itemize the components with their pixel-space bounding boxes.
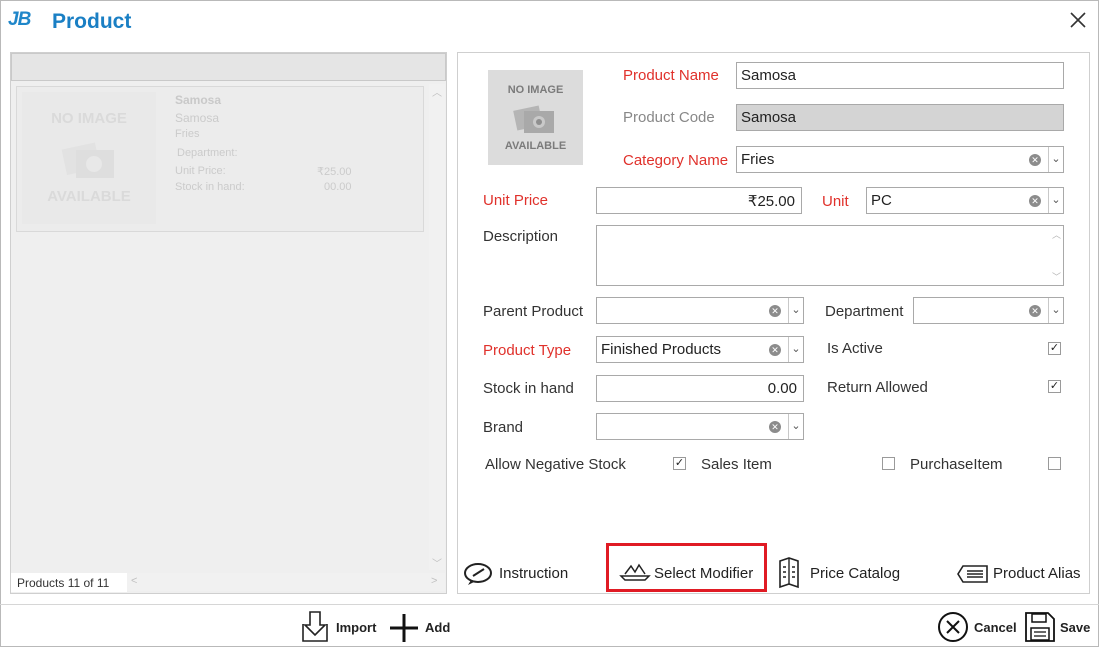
list-horizontal-scrollbar[interactable]: < >	[127, 573, 445, 591]
clear-icon[interactable]: ✕	[1029, 195, 1041, 207]
card-product-code: Samosa	[175, 111, 220, 125]
product-image[interactable]: NO IMAGE AVAILABLE	[488, 70, 583, 165]
close-icon[interactable]	[1066, 8, 1090, 32]
sales-item-checkbox[interactable]	[882, 457, 895, 470]
instruction-label: Instruction	[499, 565, 569, 582]
import-label: Import	[336, 620, 377, 635]
product-code-input[interactable]: Samosa	[736, 104, 1064, 131]
cancel-label: Cancel	[974, 620, 1017, 635]
return-allowed-label: Return Allowed	[827, 379, 928, 396]
camera-placeholder-icon	[513, 105, 554, 133]
select-modifier-tab[interactable]: Select Modifier	[606, 543, 767, 592]
card-no-image: NO IMAGE AVAILABLE	[22, 92, 156, 224]
scroll-left-icon: <	[131, 575, 138, 587]
product-count: Products 11 of 11	[11, 573, 127, 592]
add-label: Add	[425, 620, 451, 635]
unit-select[interactable]: PC ✕ ⌄	[866, 187, 1064, 214]
is-active-label: Is Active	[827, 340, 883, 357]
product-type-label: Product Type	[483, 342, 572, 359]
select-modifier-label: Select Modifier	[654, 565, 754, 582]
list-vertical-scrollbar[interactable]: ︿ ﹀	[429, 84, 445, 570]
instruction-tab[interactable]: Instruction	[463, 560, 583, 588]
department-select[interactable]: ✕ ⌄	[913, 297, 1064, 324]
product-alias-label: Product Alias	[993, 565, 1081, 582]
parent-product-label: Parent Product	[483, 303, 584, 320]
chevron-down-icon[interactable]: ⌄	[788, 414, 803, 439]
footer-divider	[0, 604, 1099, 605]
product-type-select[interactable]: Finished Products ✕ ⌄	[596, 336, 804, 363]
product-alias-tab[interactable]: Product Alias	[957, 562, 1089, 586]
scroll-right-icon: >	[431, 575, 438, 587]
tag-label-icon	[957, 565, 988, 583]
allow-negative-stock-label: Allow Negative Stock	[485, 456, 626, 473]
cancel-button[interactable]: Cancel	[937, 611, 1017, 643]
card-department-label: Department:	[177, 147, 238, 159]
scroll-up-icon: ︿	[1051, 230, 1061, 240]
scroll-up-icon: ︿	[432, 88, 442, 99]
modifier-tray-icon	[619, 563, 651, 581]
category-name-select[interactable]: Fries ✕ ⌄	[736, 146, 1064, 173]
department-label: Department	[825, 303, 904, 320]
clear-icon[interactable]: ✕	[1029, 305, 1041, 317]
brand-label: Brand	[483, 419, 524, 436]
price-catalog-tab[interactable]: Price Catalog	[778, 557, 908, 589]
card-unit-price-value: ₹25.00	[317, 166, 352, 178]
clear-icon[interactable]: ✕	[769, 344, 781, 356]
parent-product-select[interactable]: ✕ ⌄	[596, 297, 804, 324]
card-unit-price-label: Unit Price:	[175, 165, 226, 177]
speech-bubble-icon	[464, 563, 492, 585]
save-button[interactable]: Save	[1024, 611, 1094, 643]
card-stock-value: 00.00	[324, 181, 352, 193]
product-type-value: Finished Products	[601, 341, 722, 358]
allow-negative-stock-checkbox[interactable]: ✓	[673, 457, 686, 470]
unit-value: PC	[871, 192, 892, 209]
scroll-down-icon: ﹀	[432, 559, 442, 570]
plus-icon	[390, 614, 418, 642]
chevron-down-icon[interactable]: ⌄	[1048, 298, 1063, 323]
import-icon	[302, 611, 328, 642]
brand-select[interactable]: ✕ ⌄	[596, 413, 804, 440]
product-name-input[interactable]: Samosa	[736, 62, 1064, 89]
sales-item-label: Sales Item	[701, 456, 772, 473]
chevron-down-icon[interactable]: ⌄	[788, 337, 803, 362]
return-allowed-checkbox[interactable]: ✓	[1048, 380, 1061, 393]
product-search-bar[interactable]	[11, 53, 446, 81]
save-label: Save	[1060, 620, 1091, 635]
clear-icon[interactable]: ✕	[769, 421, 781, 433]
cancel-circle-icon	[938, 612, 968, 642]
product-code-label: Product Code	[623, 109, 715, 126]
camera-placeholder-icon	[61, 142, 114, 178]
chevron-down-icon[interactable]: ⌄	[788, 298, 803, 323]
save-disk-icon	[1025, 612, 1055, 642]
app-logo: JB	[8, 9, 31, 30]
is-active-checkbox[interactable]: ✓	[1048, 342, 1061, 355]
card-product-name: Samosa	[175, 93, 222, 107]
clear-icon[interactable]: ✕	[769, 305, 781, 317]
import-button[interactable]: Import	[299, 610, 381, 644]
category-name-value: Fries	[741, 151, 775, 168]
card-stock-label: Stock in hand:	[175, 181, 245, 193]
unit-label: Unit	[822, 193, 849, 210]
product-name-label: Product Name	[623, 67, 719, 84]
chevron-down-icon[interactable]: ⌄	[1048, 147, 1063, 172]
purchase-item-label: PurchaseItem	[910, 456, 1003, 473]
purchase-item-checkbox[interactable]	[1048, 457, 1061, 470]
clear-icon[interactable]: ✕	[1029, 154, 1041, 166]
description-textarea[interactable]: ︿ ﹀	[596, 225, 1064, 286]
price-catalog-label: Price Catalog	[810, 565, 901, 582]
description-label: Description	[483, 228, 559, 245]
scroll-down-icon: ﹀	[1051, 272, 1061, 282]
stock-in-hand-input[interactable]: 0.00	[596, 375, 804, 402]
category-name-label: Category Name	[623, 152, 729, 169]
unit-price-input[interactable]: ₹25.00	[596, 187, 802, 214]
stock-in-hand-label: Stock in hand	[483, 380, 574, 397]
unit-price-label: Unit Price	[483, 192, 549, 209]
chevron-down-icon[interactable]: ⌄	[1048, 188, 1063, 213]
catalog-book-icon	[779, 557, 799, 589]
add-button[interactable]: Add	[388, 610, 454, 644]
window-title: Product	[52, 10, 132, 33]
card-category: Fries	[175, 128, 200, 140]
